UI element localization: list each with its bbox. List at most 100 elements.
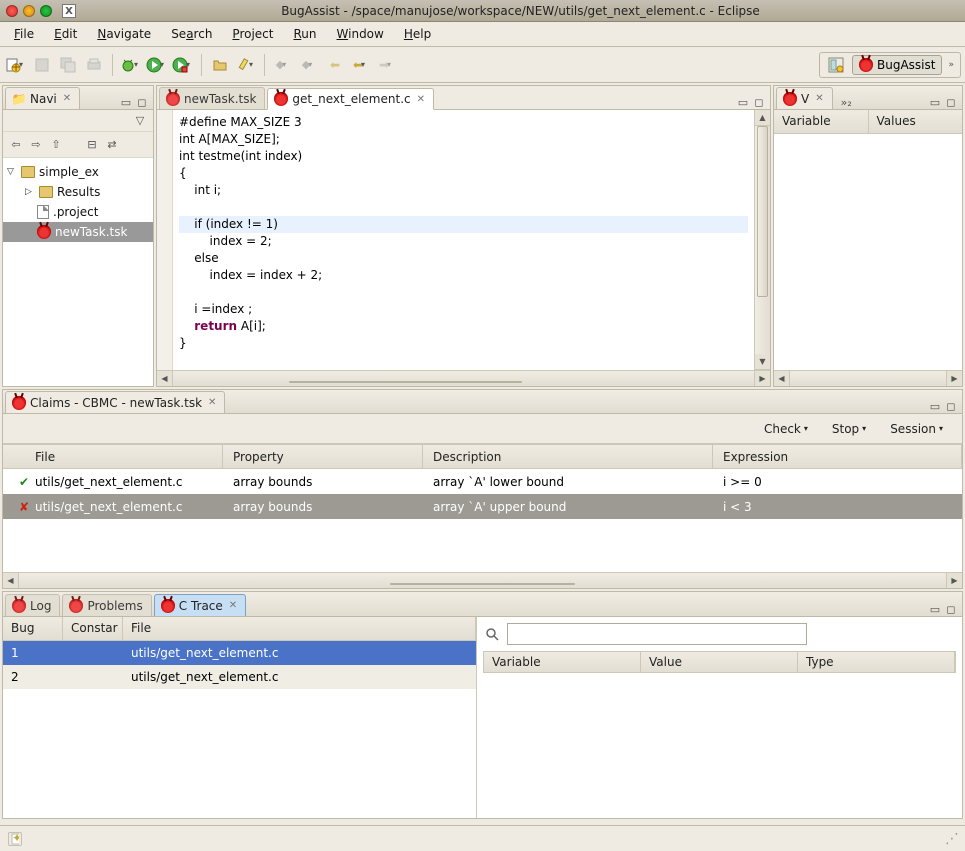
print-button[interactable]: [82, 53, 106, 77]
scroll-left-icon[interactable]: ◀: [157, 371, 173, 386]
view-maximize-icon[interactable]: ◻: [944, 602, 958, 616]
variables-horizontal-scrollbar[interactable]: ◀ ▶: [774, 370, 962, 386]
collapse-all-icon[interactable]: ⊟: [85, 138, 99, 152]
scroll-right-icon[interactable]: ▶: [754, 371, 770, 386]
check-button[interactable]: Check▾: [755, 417, 817, 441]
view-maximize-icon[interactable]: ◻: [944, 95, 958, 109]
code-content[interactable]: #define MAX_SIZE 3 int A[MAX_SIZE]; int …: [173, 110, 754, 370]
tab-log[interactable]: Log: [5, 594, 60, 616]
variables-tab-close-icon[interactable]: ✕: [815, 93, 823, 104]
trace-search-input[interactable]: [507, 623, 807, 645]
tree-item-newtask[interactable]: newTask.tsk: [3, 222, 153, 242]
column-description[interactable]: Description: [423, 445, 713, 468]
ctrace-tab-close-icon[interactable]: ✕: [229, 600, 237, 611]
tab-variables[interactable]: V ✕: [776, 87, 833, 109]
scroll-down-icon[interactable]: ▼: [755, 354, 770, 370]
column-file[interactable]: File: [3, 445, 223, 468]
editor-tab-get-next-element[interactable]: get_next_element.c ✕: [267, 88, 434, 110]
tree-item-results[interactable]: ▷ Results: [3, 182, 153, 202]
editor-vertical-scrollbar[interactable]: ▲ ▼: [754, 110, 770, 370]
column-bug[interactable]: Bug: [3, 617, 63, 640]
nav-back-button[interactable]: ⬅▾: [349, 53, 373, 77]
column-variable[interactable]: Variable: [484, 652, 641, 672]
tab-navigator[interactable]: 📁 Navi ✕: [5, 87, 80, 109]
scroll-thumb-h[interactable]: [390, 583, 575, 585]
perspective-current[interactable]: BugAssist: [852, 55, 942, 75]
perspective-overflow[interactable]: »: [946, 60, 956, 70]
link-editor-icon[interactable]: ⇄: [105, 138, 119, 152]
debug-button[interactable]: ▾: [119, 53, 143, 77]
column-variable[interactable]: Variable: [774, 110, 869, 133]
column-constar[interactable]: Constar: [63, 617, 123, 640]
scroll-right-icon[interactable]: ▶: [946, 573, 962, 588]
external-tools-button[interactable]: ▾: [171, 53, 195, 77]
claims-row-ok[interactable]: ✔utils/get_next_element.c array bounds a…: [3, 469, 962, 494]
window-maximize-icon[interactable]: [40, 5, 52, 17]
nav-next-annotation-button[interactable]: ◆▾: [297, 53, 321, 77]
hidden-tabs-indicator[interactable]: »₂: [837, 96, 856, 109]
tab-c-trace[interactable]: C Trace ✕: [154, 594, 246, 616]
menu-navigate[interactable]: Navigate: [89, 24, 159, 44]
menu-project[interactable]: Project: [224, 24, 281, 44]
scroll-left-icon[interactable]: ◀: [3, 573, 19, 588]
menu-edit[interactable]: Edit: [46, 24, 85, 44]
tree-expand-icon[interactable]: ▽: [7, 167, 17, 177]
new-button[interactable]: + ▾: [4, 53, 28, 77]
column-type[interactable]: Type: [798, 652, 955, 672]
editor-minimize-icon[interactable]: ▭: [736, 95, 750, 109]
tab-problems[interactable]: Problems: [62, 594, 151, 616]
save-button[interactable]: [30, 53, 54, 77]
view-minimize-icon[interactable]: ▭: [928, 399, 942, 413]
window-minimize-icon[interactable]: [23, 5, 35, 17]
column-values[interactable]: Values: [869, 110, 963, 133]
session-button[interactable]: Session▾: [881, 417, 952, 441]
run-button[interactable]: ▾: [145, 53, 169, 77]
menu-file[interactable]: File: [6, 24, 42, 44]
tab-claims[interactable]: Claims - CBMC - newTask.tsk ✕: [5, 391, 225, 413]
tree-expand-icon[interactable]: ▷: [25, 187, 35, 197]
trace-row[interactable]: 1 utils/get_next_element.c: [3, 641, 476, 665]
editor-maximize-icon[interactable]: ◻: [752, 95, 766, 109]
claims-tab-close-icon[interactable]: ✕: [208, 397, 216, 408]
nav-prev-annotation-button[interactable]: ◆▾: [271, 53, 295, 77]
menu-window[interactable]: Window: [329, 24, 392, 44]
view-menu-icon[interactable]: ▽: [133, 114, 147, 128]
view-maximize-icon[interactable]: ◻: [944, 399, 958, 413]
view-minimize-icon[interactable]: ▭: [928, 95, 942, 109]
menu-help[interactable]: Help: [396, 24, 439, 44]
tree-project[interactable]: ▽ simple_ex: [3, 162, 153, 182]
status-icon[interactable]: ✦: [8, 832, 22, 846]
view-minimize-icon[interactable]: ▭: [119, 95, 133, 109]
nav-back-icon[interactable]: ⇦: [9, 138, 23, 152]
code-editor[interactable]: #define MAX_SIZE 3 int A[MAX_SIZE]; int …: [157, 110, 770, 370]
open-perspective-button[interactable]: [824, 53, 848, 77]
navigator-tab-close-icon[interactable]: ✕: [63, 93, 71, 104]
menu-search[interactable]: Search: [163, 24, 220, 44]
save-all-button[interactable]: [56, 53, 80, 77]
scroll-right-icon[interactable]: ▶: [946, 371, 962, 386]
menu-run[interactable]: Run: [285, 24, 324, 44]
scroll-thumb-h[interactable]: [289, 381, 521, 383]
view-minimize-icon[interactable]: ▭: [928, 602, 942, 616]
trace-row[interactable]: 2 utils/get_next_element.c: [3, 665, 476, 689]
scroll-up-icon[interactable]: ▲: [755, 110, 770, 126]
tree-item-project-file[interactable]: .project: [3, 202, 153, 222]
resize-grip-icon[interactable]: ⋰: [945, 831, 957, 847]
nav-last-edit-button[interactable]: ⬅: [323, 53, 347, 77]
editor-tab-close-icon[interactable]: ✕: [417, 94, 425, 105]
view-maximize-icon[interactable]: ◻: [135, 95, 149, 109]
column-value[interactable]: Value: [641, 652, 798, 672]
window-close-icon[interactable]: [6, 5, 18, 17]
nav-fwd-icon[interactable]: ⇨: [29, 138, 43, 152]
editor-tab-newtask[interactable]: newTask.tsk: [159, 87, 265, 109]
scroll-left-icon[interactable]: ◀: [774, 371, 790, 386]
claims-row-fail[interactable]: ✘utils/get_next_element.c array bounds a…: [3, 494, 962, 519]
column-property[interactable]: Property: [223, 445, 423, 468]
project-tree[interactable]: ▽ simple_ex ▷ Results .project: [3, 158, 153, 246]
column-file[interactable]: File: [123, 617, 476, 640]
editor-horizontal-scrollbar[interactable]: ◀ ▶: [157, 370, 770, 386]
nav-forward-button[interactable]: ➡▾: [375, 53, 399, 77]
claims-horizontal-scrollbar[interactable]: ◀ ▶: [3, 572, 962, 588]
search-icon[interactable]: [483, 625, 501, 643]
scroll-thumb[interactable]: [757, 126, 768, 297]
